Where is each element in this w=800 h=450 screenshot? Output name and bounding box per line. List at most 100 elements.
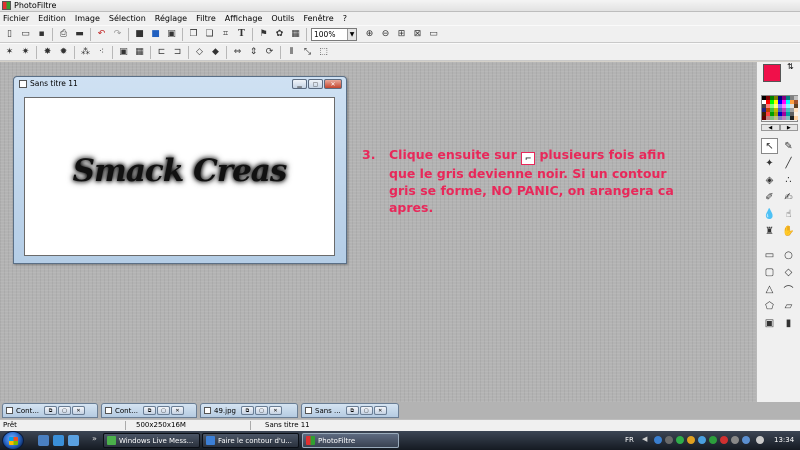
rotate-icon[interactable]: ⟳: [263, 46, 276, 59]
foreground-color-swatch[interactable]: [763, 64, 781, 82]
menu-fichier[interactable]: Fichier: [3, 14, 29, 23]
speaker-icon[interactable]: [756, 436, 764, 444]
texture-icon[interactable]: ▦: [133, 46, 146, 59]
canvas-size-icon[interactable]: ⬚: [317, 46, 330, 59]
minimize-icon[interactable]: ▁: [292, 79, 307, 89]
show-desktop-icon[interactable]: [38, 435, 49, 446]
zoom-select[interactable]: 100% ▼: [311, 27, 357, 41]
menu-filtre[interactable]: Filtre: [196, 14, 216, 23]
blur-drop-icon[interactable]: 💧: [761, 206, 778, 222]
diamond-select-icon[interactable]: ◇: [780, 264, 797, 280]
volume-icon[interactable]: [665, 436, 673, 444]
line-tool-icon[interactable]: ╱: [780, 155, 797, 171]
saturation-icon[interactable]: ✸: [41, 46, 54, 59]
quicklaunch-chevron-icon[interactable]: »: [92, 434, 97, 443]
copy-icon[interactable]: ❐: [187, 28, 200, 41]
new-file-icon[interactable]: ▯: [3, 28, 16, 41]
menu-edition[interactable]: Edition: [38, 14, 66, 23]
advanced-brush-icon[interactable]: ✍: [780, 189, 797, 205]
redo-icon[interactable]: ↷: [111, 28, 124, 41]
close-icon[interactable]: ✕: [171, 406, 185, 415]
mirror-icon[interactable]: ⫴: [285, 46, 298, 59]
resize-icon[interactable]: ⤡: [301, 46, 314, 59]
magic-wand-icon[interactable]: ✦: [761, 155, 778, 171]
antivirus-icon[interactable]: [720, 436, 728, 444]
restore-icon[interactable]: ⧉: [143, 406, 157, 415]
open-folder-icon[interactable]: ▭: [19, 28, 32, 41]
maximize-icon[interactable]: ▢: [157, 406, 171, 415]
close-icon[interactable]: ✕: [373, 406, 387, 415]
spray-icon[interactable]: ∴: [780, 172, 797, 188]
close-icon[interactable]: ✕: [324, 79, 342, 89]
power-icon[interactable]: [731, 436, 739, 444]
menu-reglage[interactable]: Réglage: [155, 14, 187, 23]
save-icon[interactable]: ▪: [35, 28, 48, 41]
stamp-icon[interactable]: ⚑: [257, 28, 270, 41]
bluetooth-icon[interactable]: [698, 436, 706, 444]
switch-windows-icon[interactable]: [53, 435, 64, 446]
language-indicator[interactable]: FR: [625, 436, 634, 444]
clone-stamp-icon[interactable]: ♜: [761, 223, 778, 239]
paste-icon[interactable]: ❏: [203, 28, 216, 41]
polygon-lasso-icon[interactable]: ⬠: [761, 298, 778, 314]
pointer-tool-icon[interactable]: ↖: [761, 138, 778, 154]
flip-horizontal-icon[interactable]: ⇔: [231, 46, 244, 59]
menu-affichage[interactable]: Affichage: [225, 14, 263, 23]
zoom-out-icon[interactable]: ⊖: [379, 28, 392, 41]
rounded-rect-icon[interactable]: ▢: [761, 264, 778, 280]
restore-icon[interactable]: ⧉: [44, 406, 58, 415]
adjust-brightness-icon[interactable]: ✶: [3, 46, 16, 59]
restore-icon[interactable]: ⧉: [240, 406, 254, 415]
maximize-icon[interactable]: ▢: [254, 406, 268, 415]
tray-expand-icon[interactable]: ◀: [642, 435, 650, 443]
internet-explorer-icon[interactable]: [68, 435, 79, 446]
hand-icon[interactable]: ✋: [780, 223, 797, 239]
triangle-select-icon[interactable]: △: [761, 281, 778, 297]
maximize-icon[interactable]: ▢: [58, 406, 72, 415]
blur-icon[interactable]: ⁂: [79, 46, 92, 59]
taskbar-item-messenger[interactable]: Windows Live Mess...: [103, 433, 200, 448]
grayscale-icon[interactable]: ■: [133, 28, 146, 41]
palette-left-icon[interactable]: ◀: [761, 124, 780, 131]
rectangle-select-icon[interactable]: ▭: [761, 247, 778, 263]
swap-colors-icon[interactable]: ⇅: [787, 62, 794, 71]
ellipse-select-icon[interactable]: ○: [780, 247, 797, 263]
update-icon[interactable]: [687, 436, 695, 444]
palette-right-icon[interactable]: ▶: [779, 124, 798, 131]
minimized-window[interactable]: Cont... ⧉ ▢ ✕: [2, 403, 98, 418]
menu-outils[interactable]: Outils: [271, 14, 294, 23]
zoom-in-icon[interactable]: ⊕: [363, 28, 376, 41]
minimized-window[interactable]: Cont... ⧉ ▢ ✕: [101, 403, 197, 418]
fill-bucket-icon[interactable]: ◈: [761, 172, 778, 188]
chevron-down-icon[interactable]: ▼: [347, 28, 356, 40]
taskbar-item-photofiltre[interactable]: PhotoFiltre: [302, 433, 399, 448]
load-shape-icon[interactable]: ▱: [780, 298, 797, 314]
restore-icon[interactable]: ⧉: [345, 406, 359, 415]
color-palette[interactable]: [761, 95, 798, 122]
brush-palette-icon[interactable]: ✿: [273, 28, 286, 41]
taskbar-item-browser[interactable]: Faire le contour d'u...: [202, 433, 299, 448]
select-all-icon[interactable]: ▣: [761, 315, 778, 331]
menu-help[interactable]: ?: [343, 14, 347, 23]
close-icon[interactable]: ✕: [72, 406, 86, 415]
drop-right-icon[interactable]: ◆: [209, 46, 222, 59]
image-canvas[interactable]: Smack Creas: [24, 97, 335, 256]
undo-icon[interactable]: ↶: [95, 28, 108, 41]
gamma-icon[interactable]: ✹: [57, 46, 70, 59]
mask-icon[interactable]: ▮: [780, 315, 797, 331]
image-info-icon[interactable]: ▣: [165, 28, 178, 41]
gradient-icon[interactable]: ▦: [289, 28, 302, 41]
display-icon[interactable]: [742, 436, 750, 444]
flip-vertical-icon[interactable]: ⇕: [247, 46, 260, 59]
crop-icon[interactable]: ⌗: [219, 28, 232, 41]
emboss-icon[interactable]: ⊏: [155, 46, 168, 59]
maximize-icon[interactable]: ▢: [308, 79, 323, 89]
palette-color-swatch[interactable]: [794, 116, 798, 120]
sharpen-icon[interactable]: ⁖: [95, 46, 108, 59]
adjust-contrast-icon[interactable]: ✷: [19, 46, 32, 59]
menu-image[interactable]: Image: [75, 14, 100, 23]
menu-selection[interactable]: Sélection: [109, 14, 146, 23]
color-mode-icon[interactable]: ■: [149, 28, 162, 41]
document-window[interactable]: Sans titre 11 ▁ ▢ ✕ Smack Creas: [13, 76, 347, 264]
close-icon[interactable]: ✕: [268, 406, 282, 415]
